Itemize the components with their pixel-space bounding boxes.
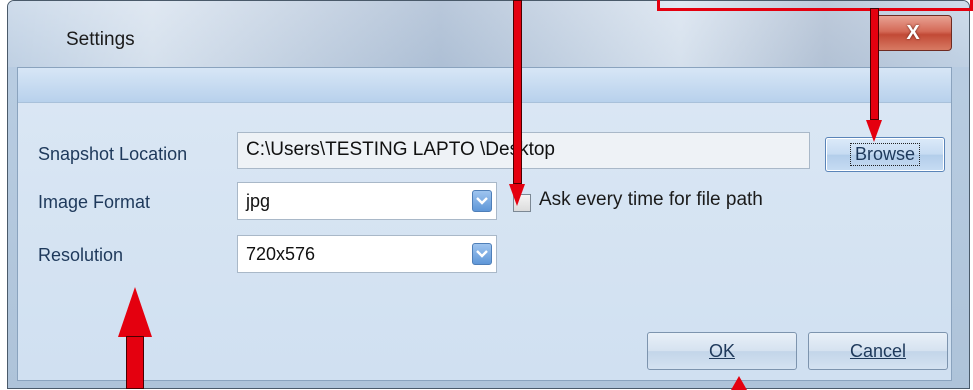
image-format-label: Image Format xyxy=(38,192,151,212)
snapshot-location-field[interactable]: C:\Users\TESTING LAPTO \Desktop xyxy=(237,132,810,169)
browse-button-label: Browse xyxy=(849,143,921,166)
snapshot-location-label: Snapshot Location xyxy=(38,144,188,164)
chevron-down-icon[interactable] xyxy=(472,243,492,265)
annotation-arrowhead-browse xyxy=(866,120,882,142)
settings-panel: Snapshot Location C:\Users\TESTING LAPTO… xyxy=(17,67,952,381)
cancel-button[interactable]: Cancel xyxy=(808,332,948,370)
resolution-dropdown[interactable]: 720x576 xyxy=(237,235,497,273)
close-button[interactable]: X xyxy=(874,15,952,51)
window-title: Settings xyxy=(66,29,135,50)
chevron-down-icon[interactable] xyxy=(472,190,492,212)
cancel-button-label: Cancel xyxy=(849,340,907,361)
close-icon: X xyxy=(906,21,920,44)
annotation-arrowhead-checkbox xyxy=(509,184,525,206)
annotation-arrow-checkbox xyxy=(513,0,522,184)
annotation-arrow-resolution xyxy=(126,336,144,389)
browse-button[interactable]: Browse xyxy=(825,137,945,172)
annotation-arrowhead-ok xyxy=(731,376,747,390)
ok-button-label: OK xyxy=(708,340,735,361)
annotation-arrow-browse xyxy=(870,8,879,120)
ok-button[interactable]: OK xyxy=(647,332,797,370)
annotation-arrowhead-resolution xyxy=(118,287,152,337)
resolution-label: Resolution xyxy=(38,245,124,265)
annotation-highlight-box xyxy=(657,0,973,11)
ask-file-path-label[interactable]: Ask every time for file path xyxy=(539,189,763,211)
image-format-value: jpg xyxy=(246,190,271,211)
image-format-dropdown[interactable]: jpg xyxy=(237,182,497,220)
resolution-value: 720x576 xyxy=(246,243,316,264)
panel-header-strip xyxy=(18,68,951,103)
